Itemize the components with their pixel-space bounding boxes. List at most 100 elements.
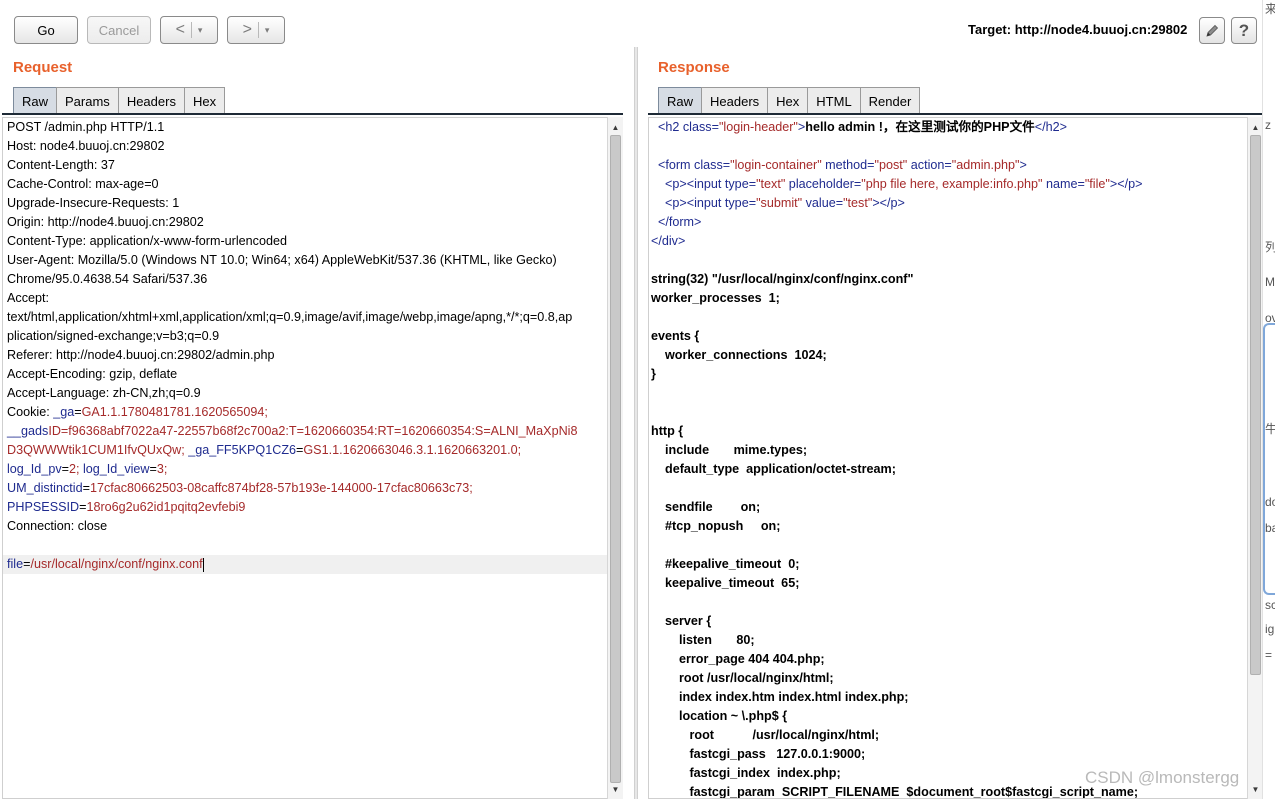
cookie-name: UM_distinctid [7,481,83,495]
request-line: Accept: [7,291,49,305]
response-body-line [651,384,1247,403]
tab-html[interactable]: HTML [807,87,861,114]
background-fragment: z [1265,118,1271,132]
chevron-down-icon[interactable]: ▾ [198,25,203,36]
cookie-name: log_Id_pv [7,462,62,476]
forward-button[interactable]: > ▾ [227,16,285,44]
cookie-line: UM_distinctid=17cfac80662503-08caffc874b… [3,479,608,498]
background-fragment: M [1265,275,1275,289]
pane-splitter[interactable] [634,47,638,799]
html-token: type= [724,177,757,191]
html-token: "post" [874,158,908,172]
target-label: Target: http://node4.buuoj.cn:29802 [968,22,1188,37]
request-line: Connection: close [7,519,108,533]
cookie-value: 2; [68,462,80,476]
scroll-down-icon[interactable]: ▼ [608,781,623,797]
response-body-line [651,479,1247,498]
scroll-thumb[interactable] [610,135,621,783]
tab-params[interactable]: Params [56,87,119,114]
button-separator [257,22,259,38]
response-body-line [651,308,1247,327]
html-token: "login-header" [718,120,798,134]
request-line: POST /admin.php HTTP/1.1 [7,120,165,134]
response-body-line: #keepalive_timeout 0; [651,557,800,571]
help-button[interactable]: ? [1231,17,1257,44]
tab-underline [648,113,1262,115]
cookie-value: 3; [156,462,168,476]
response-body-line: listen 80; [651,633,755,647]
html-token: <p><input [665,196,725,210]
cookie-name: __gads [7,424,49,438]
go-button[interactable]: Go [14,16,78,44]
cookie-eq: = [61,462,69,476]
response-tabs: Raw Headers Hex HTML Render [658,87,921,114]
html-token: type= [724,196,757,210]
response-body-line: #tcp_nopush on; [651,519,781,533]
html-token: "login-container" [730,158,822,172]
response-editor[interactable]: <h2 class="login-header">hello admin !，在… [648,117,1248,799]
response-body-line [651,251,1247,270]
cookie-line: PHPSESSID=18ro6g2u62id1pqitq2evfebi9 [3,498,608,517]
cookie-value: GA1.1.1780481781.1620565094; [81,405,268,419]
tab-headers[interactable]: Headers [701,87,769,114]
scroll-thumb[interactable] [1250,135,1261,675]
html-token: name= [1042,177,1085,191]
body-param-name: file [7,557,24,571]
response-html-line [651,137,1247,156]
response-body-line: location ~ \.php$ { [651,709,788,723]
html-token: class= [682,120,719,134]
chevron-down-icon[interactable]: ▾ [265,25,270,36]
tab-raw[interactable]: Raw [13,87,58,114]
scroll-up-icon[interactable]: ▲ [608,119,623,135]
html-token: action= [907,158,952,172]
response-html-line: </form> [651,213,1247,232]
response-body-line: error_page 404 404.php; [651,652,825,666]
response-body-line: index index.htm index.html index.php; [651,690,909,704]
response-scrollbar[interactable]: ▲ ▼ [1247,117,1263,799]
response-body-line: root /usr/local/nginx/html; [651,671,834,685]
edit-target-button[interactable] [1199,17,1225,44]
html-token: hello admin !，在这里测试你的PHP文件 [805,120,1035,134]
tab-hex[interactable]: Hex [183,87,226,114]
tab-render[interactable]: Render [859,87,921,114]
html-token: placeholder= [785,177,862,191]
scroll-down-icon[interactable]: ▼ [1248,781,1263,797]
forward-arrow-icon: > [242,21,252,38]
request-editor[interactable]: POST /admin.php HTTP/1.1 Host: node4.buuo… [2,117,609,799]
back-button[interactable]: < ▾ [160,16,218,44]
cancel-button[interactable]: Cancel [87,16,151,44]
request-line: Cache-Control: max-age=0 [7,177,159,191]
html-token: "php file here, example:info.php" [861,177,1043,191]
request-line: Origin: http://node4.buuoj.cn:29802 [7,215,204,229]
response-body-line: http { [651,424,684,438]
tab-headers[interactable]: Headers [117,87,185,114]
scroll-up-icon[interactable]: ▲ [1248,119,1263,135]
html-token: value= [802,196,844,210]
request-tabs: Raw Params Headers Hex [13,87,226,114]
cookie-name: _ga_FF5KPQ1CZ6 [184,443,297,457]
html-token: "text" [756,177,786,191]
response-html-line: <form class="login-container" method="po… [651,156,1247,175]
response-html-line: <p><input type="text" placeholder="php f… [651,175,1247,194]
background-fragment: 来 [1265,0,1275,17]
response-body-line: worker_processes 1; [651,291,780,305]
cookie-name: _ga [53,405,75,419]
response-body-line: worker_connections 1024; [651,348,827,362]
request-line: text/html,application/xhtml+xml,applicat… [7,310,573,324]
cookie-line: log_Id_pv=2; log_Id_view=3; [3,460,608,479]
request-line: Upgrade-Insecure-Requests: 1 [7,196,180,210]
response-body-line: events { [651,329,700,343]
cookie-line: D3QWWWtik1CUM1IfvQUxQw; _ga_FF5KPQ1CZ6=G… [3,441,608,460]
request-line: User-Agent: Mozilla/5.0 (Windows NT 10.0… [7,253,557,267]
response-body-line [651,593,1247,612]
html-token: </form> [658,215,702,229]
edit-pencil-icon [1206,24,1219,37]
background-window-strip: 来 z 列 Mov 牛 do ba sc ig = [1262,0,1275,799]
request-scrollbar[interactable]: ▲ ▼ [607,117,623,799]
tab-hex[interactable]: Hex [767,87,809,114]
tab-raw[interactable]: Raw [658,87,703,114]
request-body-line: file=/usr/local/nginx/conf/nginx.conf [3,555,608,574]
